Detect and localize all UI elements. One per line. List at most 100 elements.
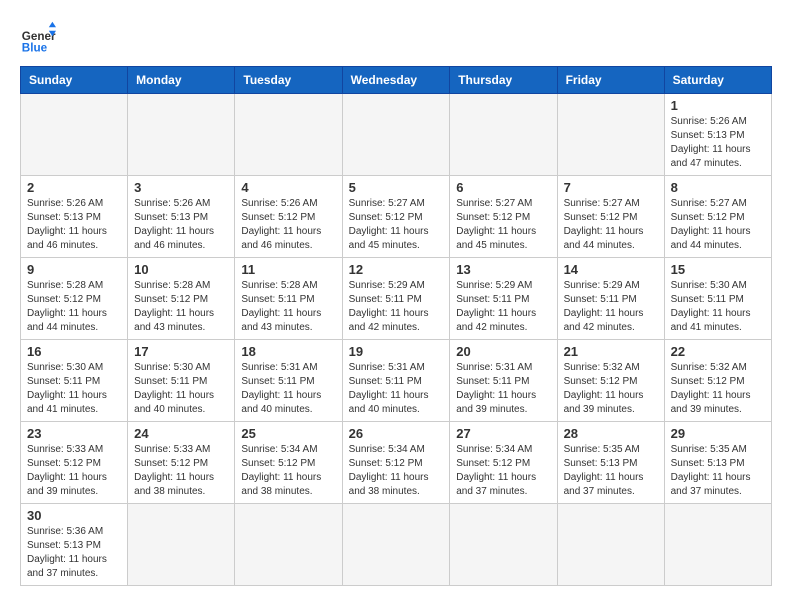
day-info: Sunrise: 5:31 AM Sunset: 5:11 PM Dayligh… <box>456 361 550 417</box>
day-info: Sunrise: 5:35 AM Sunset: 5:13 PM Dayligh… <box>564 443 658 499</box>
calendar-cell: 1 Sunrise: 5:26 AM Sunset: 5:13 PM Daylig… <box>664 94 771 176</box>
day-number: 16 <box>27 344 121 359</box>
calendar-cell: 11 Sunrise: 5:28 AM Sunset: 5:11 PM Dayli… <box>235 258 342 340</box>
day-info: Sunrise: 5:34 AM Sunset: 5:12 PM Dayligh… <box>241 443 335 499</box>
calendar-cell: 29 Sunrise: 5:35 AM Sunset: 5:13 PM Dayli… <box>664 422 771 504</box>
day-of-week-header: Wednesday <box>342 67 450 94</box>
day-info: Sunrise: 5:28 AM Sunset: 5:11 PM Dayligh… <box>241 279 335 335</box>
calendar-cell: 15 Sunrise: 5:30 AM Sunset: 5:11 PM Dayli… <box>664 258 771 340</box>
calendar-cell: 25 Sunrise: 5:34 AM Sunset: 5:12 PM Dayli… <box>235 422 342 504</box>
day-info: Sunrise: 5:27 AM Sunset: 5:12 PM Dayligh… <box>671 197 765 253</box>
calendar-table: SundayMondayTuesdayWednesdayThursdayFrid… <box>20 66 772 586</box>
calendar-cell <box>21 94 128 176</box>
day-number: 1 <box>671 98 765 113</box>
day-number: 9 <box>27 262 121 277</box>
day-info: Sunrise: 5:26 AM Sunset: 5:12 PM Dayligh… <box>241 197 335 253</box>
day-number: 19 <box>349 344 444 359</box>
calendar-cell: 3 Sunrise: 5:26 AM Sunset: 5:13 PM Daylig… <box>128 176 235 258</box>
day-number: 10 <box>134 262 228 277</box>
day-number: 8 <box>671 180 765 195</box>
day-info: Sunrise: 5:26 AM Sunset: 5:13 PM Dayligh… <box>134 197 228 253</box>
calendar-cell: 10Sunrise: 5:28 AM Sunset: 5:12 PM Dayli… <box>128 258 235 340</box>
day-number: 26 <box>349 426 444 441</box>
day-info: Sunrise: 5:31 AM Sunset: 5:11 PM Dayligh… <box>349 361 444 417</box>
day-number: 7 <box>564 180 658 195</box>
day-number: 29 <box>671 426 765 441</box>
day-number: 21 <box>564 344 658 359</box>
day-number: 5 <box>349 180 444 195</box>
calendar-cell: 14Sunrise: 5:29 AM Sunset: 5:11 PM Dayli… <box>557 258 664 340</box>
calendar-cell <box>235 504 342 586</box>
calendar-cell <box>128 94 235 176</box>
calendar-cell: 23 Sunrise: 5:33 AM Sunset: 5:12 PM Dayli… <box>21 422 128 504</box>
calendar-cell: 17 Sunrise: 5:30 AM Sunset: 5:11 PM Dayli… <box>128 340 235 422</box>
day-number: 15 <box>671 262 765 277</box>
day-info: Sunrise: 5:31 AM Sunset: 5:11 PM Dayligh… <box>241 361 335 417</box>
day-of-week-header: Friday <box>557 67 664 94</box>
day-number: 22 <box>671 344 765 359</box>
day-info: Sunrise: 5:27 AM Sunset: 5:12 PM Dayligh… <box>564 197 658 253</box>
day-info: Sunrise: 5:26 AM Sunset: 5:13 PM Dayligh… <box>671 115 765 171</box>
day-info: Sunrise: 5:30 AM Sunset: 5:11 PM Dayligh… <box>134 361 228 417</box>
svg-text:Blue: Blue <box>22 42 48 55</box>
calendar-cell: 18 Sunrise: 5:31 AM Sunset: 5:11 PM Dayli… <box>235 340 342 422</box>
calendar-cell: 5 Sunrise: 5:27 AM Sunset: 5:12 PM Daylig… <box>342 176 450 258</box>
day-of-week-header: Saturday <box>664 67 771 94</box>
day-of-week-header: Tuesday <box>235 67 342 94</box>
day-number: 2 <box>27 180 121 195</box>
day-number: 25 <box>241 426 335 441</box>
day-info: Sunrise: 5:30 AM Sunset: 5:11 PM Dayligh… <box>27 361 121 417</box>
calendar-cell <box>235 94 342 176</box>
calendar-cell <box>450 94 557 176</box>
day-number: 4 <box>241 180 335 195</box>
day-number: 20 <box>456 344 550 359</box>
day-info: Sunrise: 5:32 AM Sunset: 5:12 PM Dayligh… <box>564 361 658 417</box>
calendar-cell <box>342 504 450 586</box>
day-number: 17 <box>134 344 228 359</box>
day-info: Sunrise: 5:35 AM Sunset: 5:13 PM Dayligh… <box>671 443 765 499</box>
calendar-cell: 2 Sunrise: 5:26 AM Sunset: 5:13 PM Daylig… <box>21 176 128 258</box>
day-number: 11 <box>241 262 335 277</box>
day-info: Sunrise: 5:26 AM Sunset: 5:13 PM Dayligh… <box>27 197 121 253</box>
logo: General Blue <box>20 20 62 56</box>
day-of-week-header: Monday <box>128 67 235 94</box>
day-number: 18 <box>241 344 335 359</box>
calendar-cell: 8 Sunrise: 5:27 AM Sunset: 5:12 PM Daylig… <box>664 176 771 258</box>
calendar-cell: 16 Sunrise: 5:30 AM Sunset: 5:11 PM Dayli… <box>21 340 128 422</box>
day-of-week-header: Sunday <box>21 67 128 94</box>
day-info: Sunrise: 5:36 AM Sunset: 5:13 PM Dayligh… <box>27 525 121 581</box>
calendar-cell: 24 Sunrise: 5:33 AM Sunset: 5:12 PM Dayli… <box>128 422 235 504</box>
calendar-cell: 9Sunrise: 5:28 AM Sunset: 5:12 PM Daylig… <box>21 258 128 340</box>
calendar-cell <box>664 504 771 586</box>
day-info: Sunrise: 5:33 AM Sunset: 5:12 PM Dayligh… <box>134 443 228 499</box>
day-number: 28 <box>564 426 658 441</box>
day-number: 6 <box>456 180 550 195</box>
calendar-cell <box>450 504 557 586</box>
calendar-cell: 19 Sunrise: 5:31 AM Sunset: 5:11 PM Dayli… <box>342 340 450 422</box>
day-number: 3 <box>134 180 228 195</box>
calendar-cell: 4 Sunrise: 5:26 AM Sunset: 5:12 PM Daylig… <box>235 176 342 258</box>
calendar-cell: 30Sunrise: 5:36 AM Sunset: 5:13 PM Dayli… <box>21 504 128 586</box>
calendar-cell <box>557 94 664 176</box>
day-info: Sunrise: 5:29 AM Sunset: 5:11 PM Dayligh… <box>456 279 550 335</box>
day-number: 23 <box>27 426 121 441</box>
day-number: 24 <box>134 426 228 441</box>
calendar-cell <box>342 94 450 176</box>
day-info: Sunrise: 5:33 AM Sunset: 5:12 PM Dayligh… <box>27 443 121 499</box>
day-info: Sunrise: 5:34 AM Sunset: 5:12 PM Dayligh… <box>456 443 550 499</box>
calendar-cell: 22 Sunrise: 5:32 AM Sunset: 5:12 PM Dayli… <box>664 340 771 422</box>
generalblue-logo-icon: General Blue <box>20 20 56 56</box>
calendar-cell: 13Sunrise: 5:29 AM Sunset: 5:11 PM Dayli… <box>450 258 557 340</box>
day-number: 12 <box>349 262 444 277</box>
calendar-cell <box>557 504 664 586</box>
calendar-cell: 7 Sunrise: 5:27 AM Sunset: 5:12 PM Daylig… <box>557 176 664 258</box>
day-info: Sunrise: 5:27 AM Sunset: 5:12 PM Dayligh… <box>456 197 550 253</box>
calendar-cell <box>128 504 235 586</box>
day-info: Sunrise: 5:27 AM Sunset: 5:12 PM Dayligh… <box>349 197 444 253</box>
calendar-cell: 28 Sunrise: 5:35 AM Sunset: 5:13 PM Dayli… <box>557 422 664 504</box>
calendar-cell: 27Sunrise: 5:34 AM Sunset: 5:12 PM Dayli… <box>450 422 557 504</box>
day-info: Sunrise: 5:32 AM Sunset: 5:12 PM Dayligh… <box>671 361 765 417</box>
day-info: Sunrise: 5:30 AM Sunset: 5:11 PM Dayligh… <box>671 279 765 335</box>
calendar-cell: 6 Sunrise: 5:27 AM Sunset: 5:12 PM Daylig… <box>450 176 557 258</box>
day-info: Sunrise: 5:34 AM Sunset: 5:12 PM Dayligh… <box>349 443 444 499</box>
